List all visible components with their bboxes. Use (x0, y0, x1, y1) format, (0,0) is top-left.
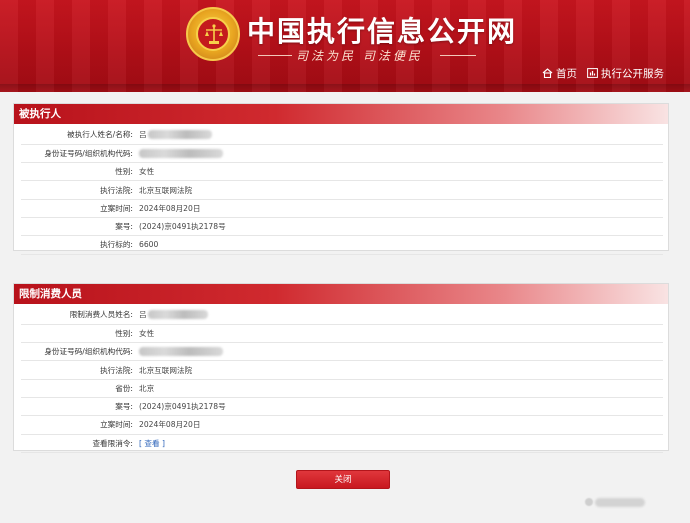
nav-service-label: 执行公开服务 (601, 67, 664, 80)
field-value: 女性 (139, 162, 663, 182)
nav-home-link[interactable]: 首页 (542, 66, 577, 80)
scales-icon (205, 24, 223, 44)
nav-home-label: 首页 (556, 67, 577, 80)
field-value: (2024)京0491执2178号 (139, 397, 663, 417)
field-value: 北京互联网法院 (139, 180, 663, 200)
field-label: 省份: (21, 379, 139, 398)
field-value: (2024)京0491执2178号 (139, 217, 663, 237)
view-restriction-order-link[interactable]: [ 查看 ] (139, 439, 165, 448)
field-value: 2024年08月20日 (139, 415, 663, 435)
redacted-blur (147, 310, 208, 320)
executed-person-panel: 被执行人 被执行人姓名/名称: 吕 身份证号码/组织机构代码: 性别: 女性 执… (13, 103, 669, 255)
site-title: 中国执行信息公开网 (247, 15, 518, 48)
field-label: 查看限消令: (21, 434, 139, 453)
field-label: 执行法院: (21, 360, 139, 380)
table-row: 执行法院: 北京互联网法院 (21, 180, 663, 200)
field-label: 案号: (21, 217, 139, 237)
slogan-divider (258, 55, 292, 56)
field-label: 限制消费人员姓名: (21, 306, 139, 325)
redacted-blur (147, 130, 212, 140)
table-row: 身份证号码/组织机构代码: (21, 342, 663, 362)
table-row: 限制消费人员姓名: 吕 (21, 306, 663, 325)
table-row: 案号: (2024)京0491执2178号 (21, 397, 663, 417)
table-row: 查看限消令: [ 查看 ] (21, 434, 663, 453)
field-value: 6600 (139, 235, 663, 255)
field-label: 立案时间: (21, 199, 139, 218)
table-row: 执行标的: 6600 (21, 235, 663, 255)
court-emblem-icon (186, 7, 240, 61)
table-row: 性别: 女性 (21, 324, 663, 344)
field-value: [ 查看 ] (139, 434, 663, 453)
table-row: 案号: (2024)京0491执2178号 (21, 217, 663, 237)
table-row: 身份证号码/组织机构代码: (21, 144, 663, 164)
field-value (139, 144, 663, 164)
table-row: 立案时间: 2024年08月20日 (21, 199, 663, 218)
table-row: 省份: 北京 (21, 379, 663, 398)
slogan-divider (440, 55, 476, 56)
table-row: 性别: 女性 (21, 162, 663, 182)
name-prefix: 吕 (139, 310, 147, 320)
home-icon (542, 68, 553, 78)
field-label: 立案时间: (21, 415, 139, 435)
field-value: 北京 (139, 379, 663, 398)
name-prefix: 吕 (139, 130, 147, 140)
field-value: 吕 (139, 306, 663, 325)
field-label: 被执行人姓名/名称: (21, 126, 139, 145)
field-label: 案号: (21, 397, 139, 417)
table-row: 被执行人姓名/名称: 吕 (21, 126, 663, 145)
field-value: 2024年08月20日 (139, 199, 663, 218)
panel-heading: 被执行人 (14, 104, 668, 124)
panel-heading: 限制消费人员 (14, 284, 668, 304)
field-value: 吕 (139, 126, 663, 145)
table-row: 执行法院: 北京互联网法院 (21, 360, 663, 380)
watermark (585, 494, 645, 510)
field-label: 身份证号码/组织机构代码: (21, 342, 139, 362)
restricted-person-table: 限制消费人员姓名: 吕 性别: 女性 身份证号码/组织机构代码: 执行法院: 北… (21, 306, 663, 453)
field-label: 性别: (21, 162, 139, 182)
executed-person-table: 被执行人姓名/名称: 吕 身份证号码/组织机构代码: 性别: 女性 执行法院: … (21, 126, 663, 255)
close-button[interactable]: 关闭 (296, 470, 390, 489)
field-value: 北京互联网法院 (139, 360, 663, 380)
chart-icon (587, 68, 598, 78)
table-row: 立案时间: 2024年08月20日 (21, 415, 663, 435)
site-slogan: 司法为民 司法便民 (296, 49, 423, 63)
redacted-blur (139, 347, 223, 357)
site-header: 中国执行信息公开网 司法为民 司法便民 首页 执行公开服务 (0, 0, 690, 92)
redacted-blur (139, 149, 223, 159)
field-value (139, 342, 663, 362)
field-label: 执行标的: (21, 235, 139, 255)
field-value: 女性 (139, 324, 663, 344)
field-label: 性别: (21, 324, 139, 344)
nav-service-link[interactable]: 执行公开服务 (587, 66, 664, 80)
field-label: 执行法院: (21, 180, 139, 200)
field-label: 身份证号码/组织机构代码: (21, 144, 139, 164)
restricted-person-panel: 限制消费人员 限制消费人员姓名: 吕 性别: 女性 身份证号码/组织机构代码: … (13, 283, 669, 453)
main-content: 被执行人 被执行人姓名/名称: 吕 身份证号码/组织机构代码: 性别: 女性 执… (0, 92, 690, 523)
